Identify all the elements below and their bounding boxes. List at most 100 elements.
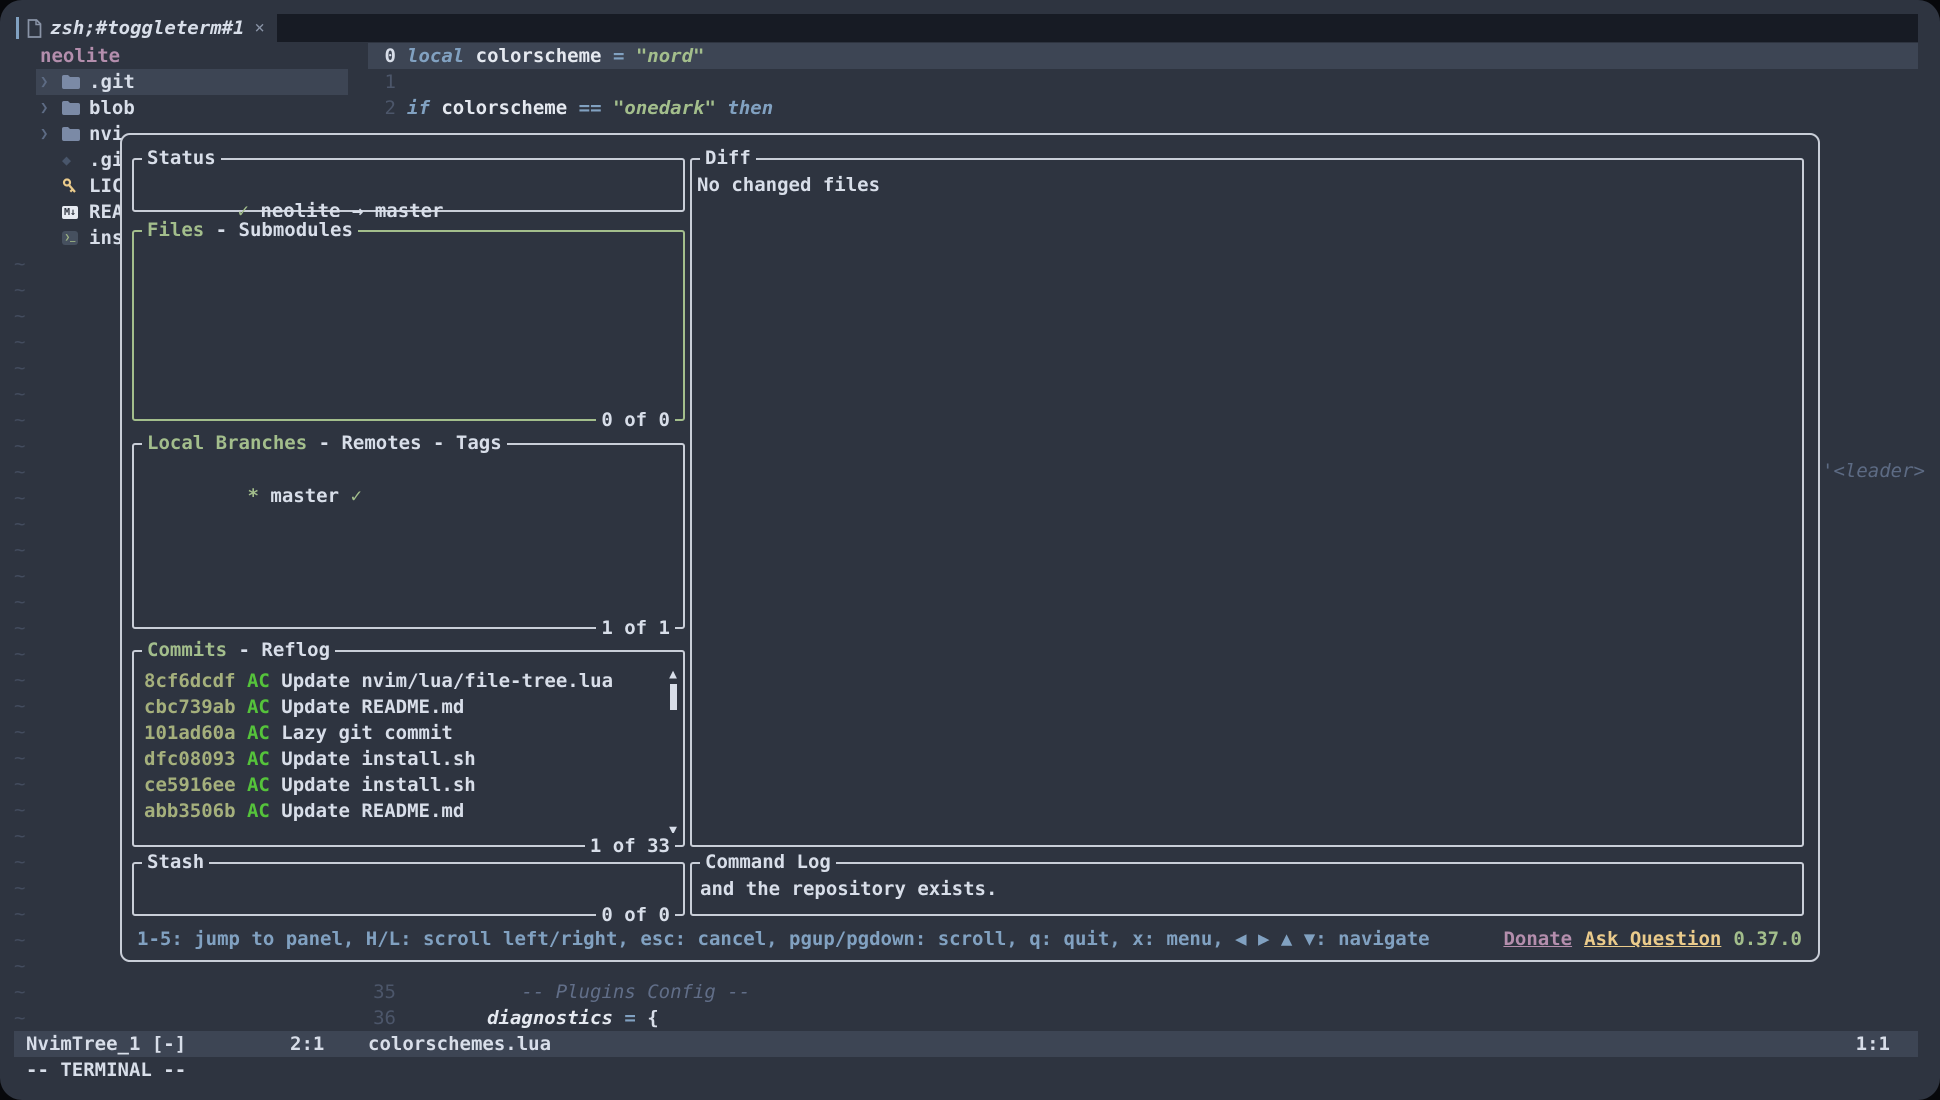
commit-list: 8cf6dcdf AC Update nvim/lua/file-tree.lu… <box>134 652 683 824</box>
terminal-window: zsh;#toggleterm#1 × 0local colorscheme =… <box>0 0 1940 1100</box>
commit-message: Update README.md <box>281 696 464 718</box>
leader-pending-keys: '<leader> <box>1822 458 1925 484</box>
commit-hash: dfc08093 <box>144 748 236 770</box>
commit-author: AC <box>236 774 282 796</box>
code-line: 1 <box>368 69 773 95</box>
panel-commits[interactable]: Commits - Reflog 8cf6dcdf AC Update nvim… <box>132 650 685 847</box>
panel-stash[interactable]: Stash 0 of 0 <box>132 862 685 916</box>
chevron-right-icon[interactable]: ❯ <box>40 95 62 121</box>
panel-tab-files[interactable]: Files <box>147 219 204 241</box>
tab-title: zsh;#toggleterm#1 <box>50 15 244 41</box>
branch-check-icon: ✓ <box>351 485 362 507</box>
panel-commits-title: Commits - Reflog <box>142 637 335 663</box>
commit-row[interactable]: cbc739ab AC Update README.md <box>144 694 659 720</box>
scroll-up-icon[interactable]: ▲ <box>669 668 677 681</box>
gitignore-icon: ◆ <box>62 147 89 173</box>
document-icon <box>27 19 42 38</box>
line-number: 1 <box>368 69 396 95</box>
commit-row[interactable]: 8cf6dcdf AC Update nvim/lua/file-tree.lu… <box>144 668 659 694</box>
folder-icon <box>62 75 89 89</box>
panel-diff[interactable]: Diff No changed files <box>690 158 1804 847</box>
tab-toggleterm[interactable]: zsh;#toggleterm#1 × <box>14 14 277 42</box>
folder-icon <box>62 127 89 141</box>
commit-author: AC <box>236 722 282 744</box>
line-number: 0 <box>368 43 396 69</box>
commit-message: Update README.md <box>281 800 464 822</box>
tree-item-blob[interactable]: ❯blob <box>36 95 348 121</box>
version-label: 0.37.0 <box>1733 926 1802 952</box>
terminal-icon: ❯_ <box>62 231 89 245</box>
tree-item-dot-git[interactable]: ❯.git <box>36 69 348 95</box>
chevron-right-icon[interactable]: ❯ <box>40 121 62 147</box>
panel-status[interactable]: Status ✓ neolite → master <box>132 158 685 212</box>
branch-row-name[interactable]: master <box>270 485 339 507</box>
empty-line-tildes: ~~~~~~~~~~~~~~~~~~~~~~~~~~~~~~ <box>14 251 25 1031</box>
commit-hash: cbc739ab <box>144 696 236 718</box>
panel-tab-local-branches[interactable]: Local Branches <box>147 432 307 454</box>
panel-tab-remotes[interactable]: Remotes <box>341 432 421 454</box>
panel-command-log[interactable]: Command Log and the repository exists. <box>690 862 1804 916</box>
commit-message: Update install.sh <box>281 748 475 770</box>
stash-count: 0 of 0 <box>596 902 675 928</box>
commits-count: 1 of 33 <box>585 833 675 859</box>
code-bottom-lines: 35 -- Plugins Config --36 diagnostics = … <box>368 979 750 1031</box>
panel-stash-title: Stash <box>142 849 209 875</box>
panel-tab-submodules[interactable]: Submodules <box>239 219 353 241</box>
tab-close-icon[interactable]: × <box>254 15 264 41</box>
chevron-right-icon[interactable]: ❯ <box>40 69 62 95</box>
commit-row[interactable]: dfc08093 AC Update install.sh <box>144 746 659 772</box>
tab-accent-bar <box>16 17 19 39</box>
tree-item-label: LIC <box>89 173 123 199</box>
folder-icon <box>62 101 89 115</box>
scrollbar-thumb[interactable] <box>670 684 677 710</box>
statusline-cursor-pos: 2:1 <box>290 1031 324 1057</box>
tree-item-label: nvi <box>89 121 123 147</box>
commit-row[interactable]: abb3506b AC Update README.md <box>144 798 659 824</box>
panel-tab-tags[interactable]: Tags <box>456 432 502 454</box>
code-line: 35 -- Plugins Config -- <box>368 979 750 1005</box>
tree-item-label: ins <box>89 225 123 251</box>
line-number: 2 <box>368 95 396 121</box>
files-count: 0 of 0 <box>596 407 675 433</box>
panel-branches-title: Local Branches - Remotes - Tags <box>142 430 507 456</box>
commit-message: Lazy git commit <box>281 722 453 744</box>
commit-hash: abb3506b <box>144 800 236 822</box>
command-log-content: and the repository exists. <box>692 864 1802 902</box>
ask-question-link[interactable]: Ask Question <box>1584 926 1721 952</box>
panel-tab-reflog[interactable]: Reflog <box>261 639 330 661</box>
statusline-file-name: colorschemes.lua <box>368 1031 551 1057</box>
panel-files[interactable]: Files - Submodules 0 of 0 <box>132 230 685 421</box>
panel-branches[interactable]: Local Branches - Remotes - Tags * master… <box>132 443 685 629</box>
panel-command-log-title: Command Log <box>700 849 836 875</box>
commit-author: AC <box>236 696 282 718</box>
tabline: zsh;#toggleterm#1 × <box>14 14 1918 42</box>
commit-hash: ce5916ee <box>144 774 236 796</box>
commit-message: Update install.sh <box>281 774 475 796</box>
lazygit-float-window: Status ✓ neolite → master Files - Submod… <box>120 133 1820 962</box>
commit-hash: 8cf6dcdf <box>144 670 236 692</box>
tree-item-label: .gi <box>89 147 123 173</box>
keybinding-hints: 1-5: jump to panel, H/L: scroll left/rig… <box>137 926 1430 952</box>
branch-name: master <box>375 200 444 222</box>
commit-author: AC <box>236 748 282 770</box>
mode-indicator: -- TERMINAL -- <box>26 1057 186 1083</box>
commit-hash: 101ad60a <box>144 722 236 744</box>
panel-files-title: Files - Submodules <box>142 217 358 243</box>
commits-scrollbar[interactable]: ▲ ▼ <box>666 668 680 837</box>
statusline: NvimTree_1 [-] 2:1 colorschemes.lua 1:1 <box>14 1031 1918 1057</box>
commit-author: AC <box>236 800 282 822</box>
commit-row[interactable]: 101ad60a AC Lazy git commit <box>144 720 659 746</box>
tree-item-label: REA <box>89 199 123 225</box>
line-number: 35 <box>368 979 396 1005</box>
markdown-icon: M↓ <box>62 206 89 219</box>
commit-row[interactable]: ce5916ee AC Update install.sh <box>144 772 659 798</box>
donate-link[interactable]: Donate <box>1503 926 1572 952</box>
lazygit-keybar: 1-5: jump to panel, H/L: scroll left/rig… <box>137 926 1802 952</box>
panel-tab-commits[interactable]: Commits <box>147 639 227 661</box>
statusline-buffer-name: NvimTree_1 [-] <box>26 1031 186 1057</box>
key-icon <box>62 178 89 194</box>
panel-status-title: Status <box>142 145 221 171</box>
tree-root[interactable]: neolite <box>36 43 348 69</box>
statusline-right-pos: 1:1 <box>1856 1031 1890 1057</box>
code-line: 0local colorscheme = "nord" <box>368 43 773 69</box>
